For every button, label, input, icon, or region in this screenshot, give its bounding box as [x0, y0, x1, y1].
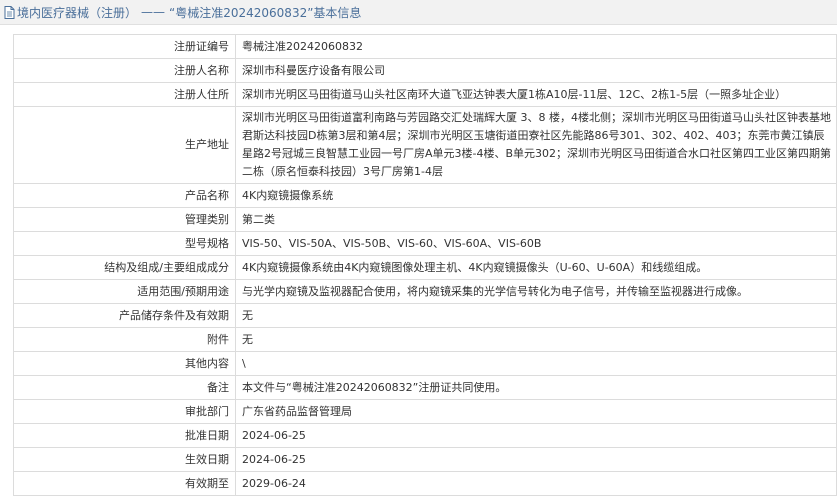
- table-row: 注册人名称 深圳市科曼医疗设备有限公司: [13, 58, 837, 83]
- table-row: 其他内容 \: [13, 351, 837, 376]
- row-value: 广东省药品监督管理局: [235, 399, 837, 424]
- row-label: 注册人住所: [13, 82, 236, 107]
- table-row: 产品名称 4K内窥镜摄像系统: [13, 183, 837, 208]
- row-value: 无: [235, 303, 837, 328]
- table-row: 备注 本文件与“粤械注准20242060832”注册证共同使用。: [13, 375, 837, 400]
- row-value: 2024-06-25: [235, 447, 837, 472]
- row-value: \: [235, 351, 837, 376]
- info-table: 注册证编号 粤械注准20242060832 注册人名称 深圳市科曼医疗设备有限公…: [13, 34, 837, 496]
- row-label: 结构及组成/主要组成成分: [13, 255, 236, 280]
- table-row: 批准日期 2024-06-25: [13, 423, 837, 448]
- header-title: “粤械注准20242060832”基本信息: [169, 5, 362, 20]
- row-label: 产品名称: [13, 183, 236, 208]
- row-label: 注册人名称: [13, 58, 236, 83]
- table-row: 注册人住所 深圳市光明区马田街道马山头社区南环大道飞亚达钟表大厦1栋A10层-1…: [13, 82, 837, 107]
- row-value: 2029-06-24: [235, 471, 837, 496]
- row-value: 深圳市光明区马田街道马山头社区南环大道飞亚达钟表大厦1栋A10层-11层、12C…: [235, 82, 837, 107]
- row-value: 深圳市光明区马田街道富利南路与芳园路交汇处瑞辉大厦 3、8 楼，4楼北侧；深圳市…: [235, 106, 837, 184]
- header-separator: ——: [141, 5, 166, 19]
- row-value: 4K内窥镜摄像系统: [235, 183, 837, 208]
- table-row: 生产地址 深圳市光明区马田街道富利南路与芳园路交汇处瑞辉大厦 3、8 楼，4楼北…: [13, 106, 837, 184]
- table-row: 型号规格 VIS-50、VIS-50A、VIS-50B、VIS-60、VIS-6…: [13, 231, 837, 256]
- row-value: 第二类: [235, 207, 837, 232]
- row-label: 产品储存条件及有效期: [13, 303, 236, 328]
- row-label: 其他内容: [13, 351, 236, 376]
- table-row: 审批部门 广东省药品监督管理局: [13, 399, 837, 424]
- row-label: 生效日期: [13, 447, 236, 472]
- row-label: 注册证编号: [13, 34, 236, 59]
- row-label: 备注: [13, 375, 236, 400]
- document-icon: [4, 5, 15, 19]
- header-category: 境内医疗器械（注册）: [17, 5, 138, 20]
- page-header: 境内医疗器械（注册） —— “粤械注准20242060832”基本信息: [0, 0, 837, 25]
- table-row: 附件 无: [13, 327, 837, 352]
- table-row: 生效日期 2024-06-25: [13, 447, 837, 472]
- row-value: 深圳市科曼医疗设备有限公司: [235, 58, 837, 83]
- row-value: VIS-50、VIS-50A、VIS-50B、VIS-60、VIS-60A、VI…: [235, 231, 837, 256]
- row-value: 2024-06-25: [235, 423, 837, 448]
- row-value: 无: [235, 327, 837, 352]
- row-label: 批准日期: [13, 423, 236, 448]
- row-label: 适用范围/预期用途: [13, 279, 236, 304]
- row-value: 与光学内窥镜及监视器配合使用，将内窥镜采集的光学信号转化为电子信号，并传输至监视…: [235, 279, 837, 304]
- table-row: 产品储存条件及有效期 无: [13, 303, 837, 328]
- table-row: 管理类别 第二类: [13, 207, 837, 232]
- table-row: 注册证编号 粤械注准20242060832: [13, 34, 837, 59]
- row-label: 型号规格: [13, 231, 236, 256]
- row-label: 管理类别: [13, 207, 236, 232]
- row-label: 附件: [13, 327, 236, 352]
- row-label: 有效期至: [13, 471, 236, 496]
- table-row: 适用范围/预期用途 与光学内窥镜及监视器配合使用，将内窥镜采集的光学信号转化为电…: [13, 279, 837, 304]
- row-label: 生产地址: [13, 106, 236, 184]
- row-value: 本文件与“粤械注准20242060832”注册证共同使用。: [235, 375, 837, 400]
- table-row: 结构及组成/主要组成成分 4K内窥镜摄像系统由4K内窥镜图像处理主机、4K内窥镜…: [13, 255, 837, 280]
- row-value: 4K内窥镜摄像系统由4K内窥镜图像处理主机、4K内窥镜摄像头（U-60、U-60…: [235, 255, 837, 280]
- row-label: 审批部门: [13, 399, 236, 424]
- table-row: 有效期至 2029-06-24: [13, 471, 837, 496]
- row-value: 粤械注准20242060832: [235, 34, 837, 59]
